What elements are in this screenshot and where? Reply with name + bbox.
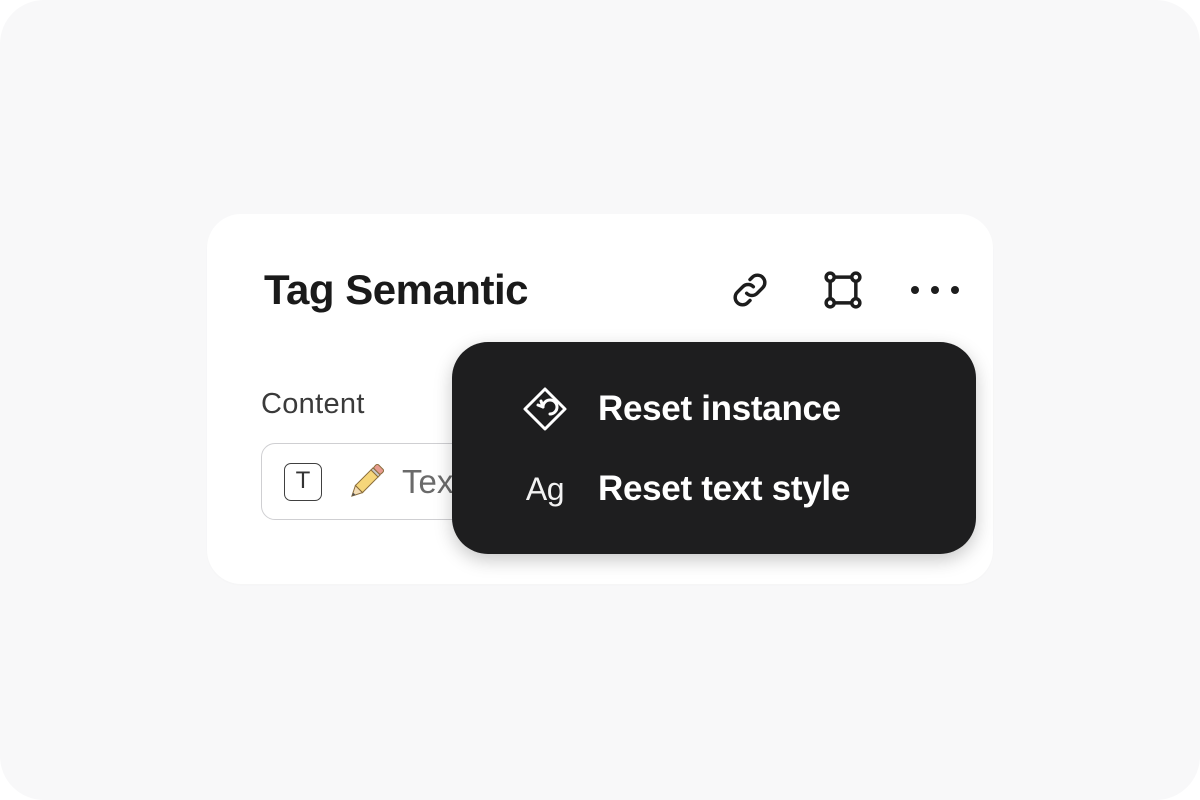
- frame-button[interactable]: [816, 266, 870, 314]
- content-label: Content: [261, 388, 365, 420]
- text-style-icon: Ag: [520, 464, 570, 514]
- text-type-icon: T: [284, 462, 322, 501]
- menu-item-label: Reset text style: [598, 469, 850, 508]
- app-canvas: Tag Semantic Content T Text Reset instan…: [0, 0, 1200, 800]
- more-icon: [908, 280, 962, 300]
- context-menu: Reset instance Ag Reset text style: [452, 342, 976, 554]
- panel-title: Tag Semantic: [264, 266, 528, 313]
- reset-instance-icon: [520, 384, 570, 434]
- menu-item-reset-text-style[interactable]: Ag Reset text style: [520, 463, 850, 515]
- frame-icon: [821, 268, 865, 312]
- link-icon: [728, 268, 772, 312]
- menu-item-label: Reset instance: [598, 389, 841, 428]
- more-options-button[interactable]: [908, 266, 962, 314]
- pencil-icon: [342, 458, 390, 506]
- menu-item-reset-instance[interactable]: Reset instance: [520, 383, 841, 435]
- text-style-glyph: Ag: [525, 470, 565, 507]
- link-button[interactable]: [723, 266, 777, 314]
